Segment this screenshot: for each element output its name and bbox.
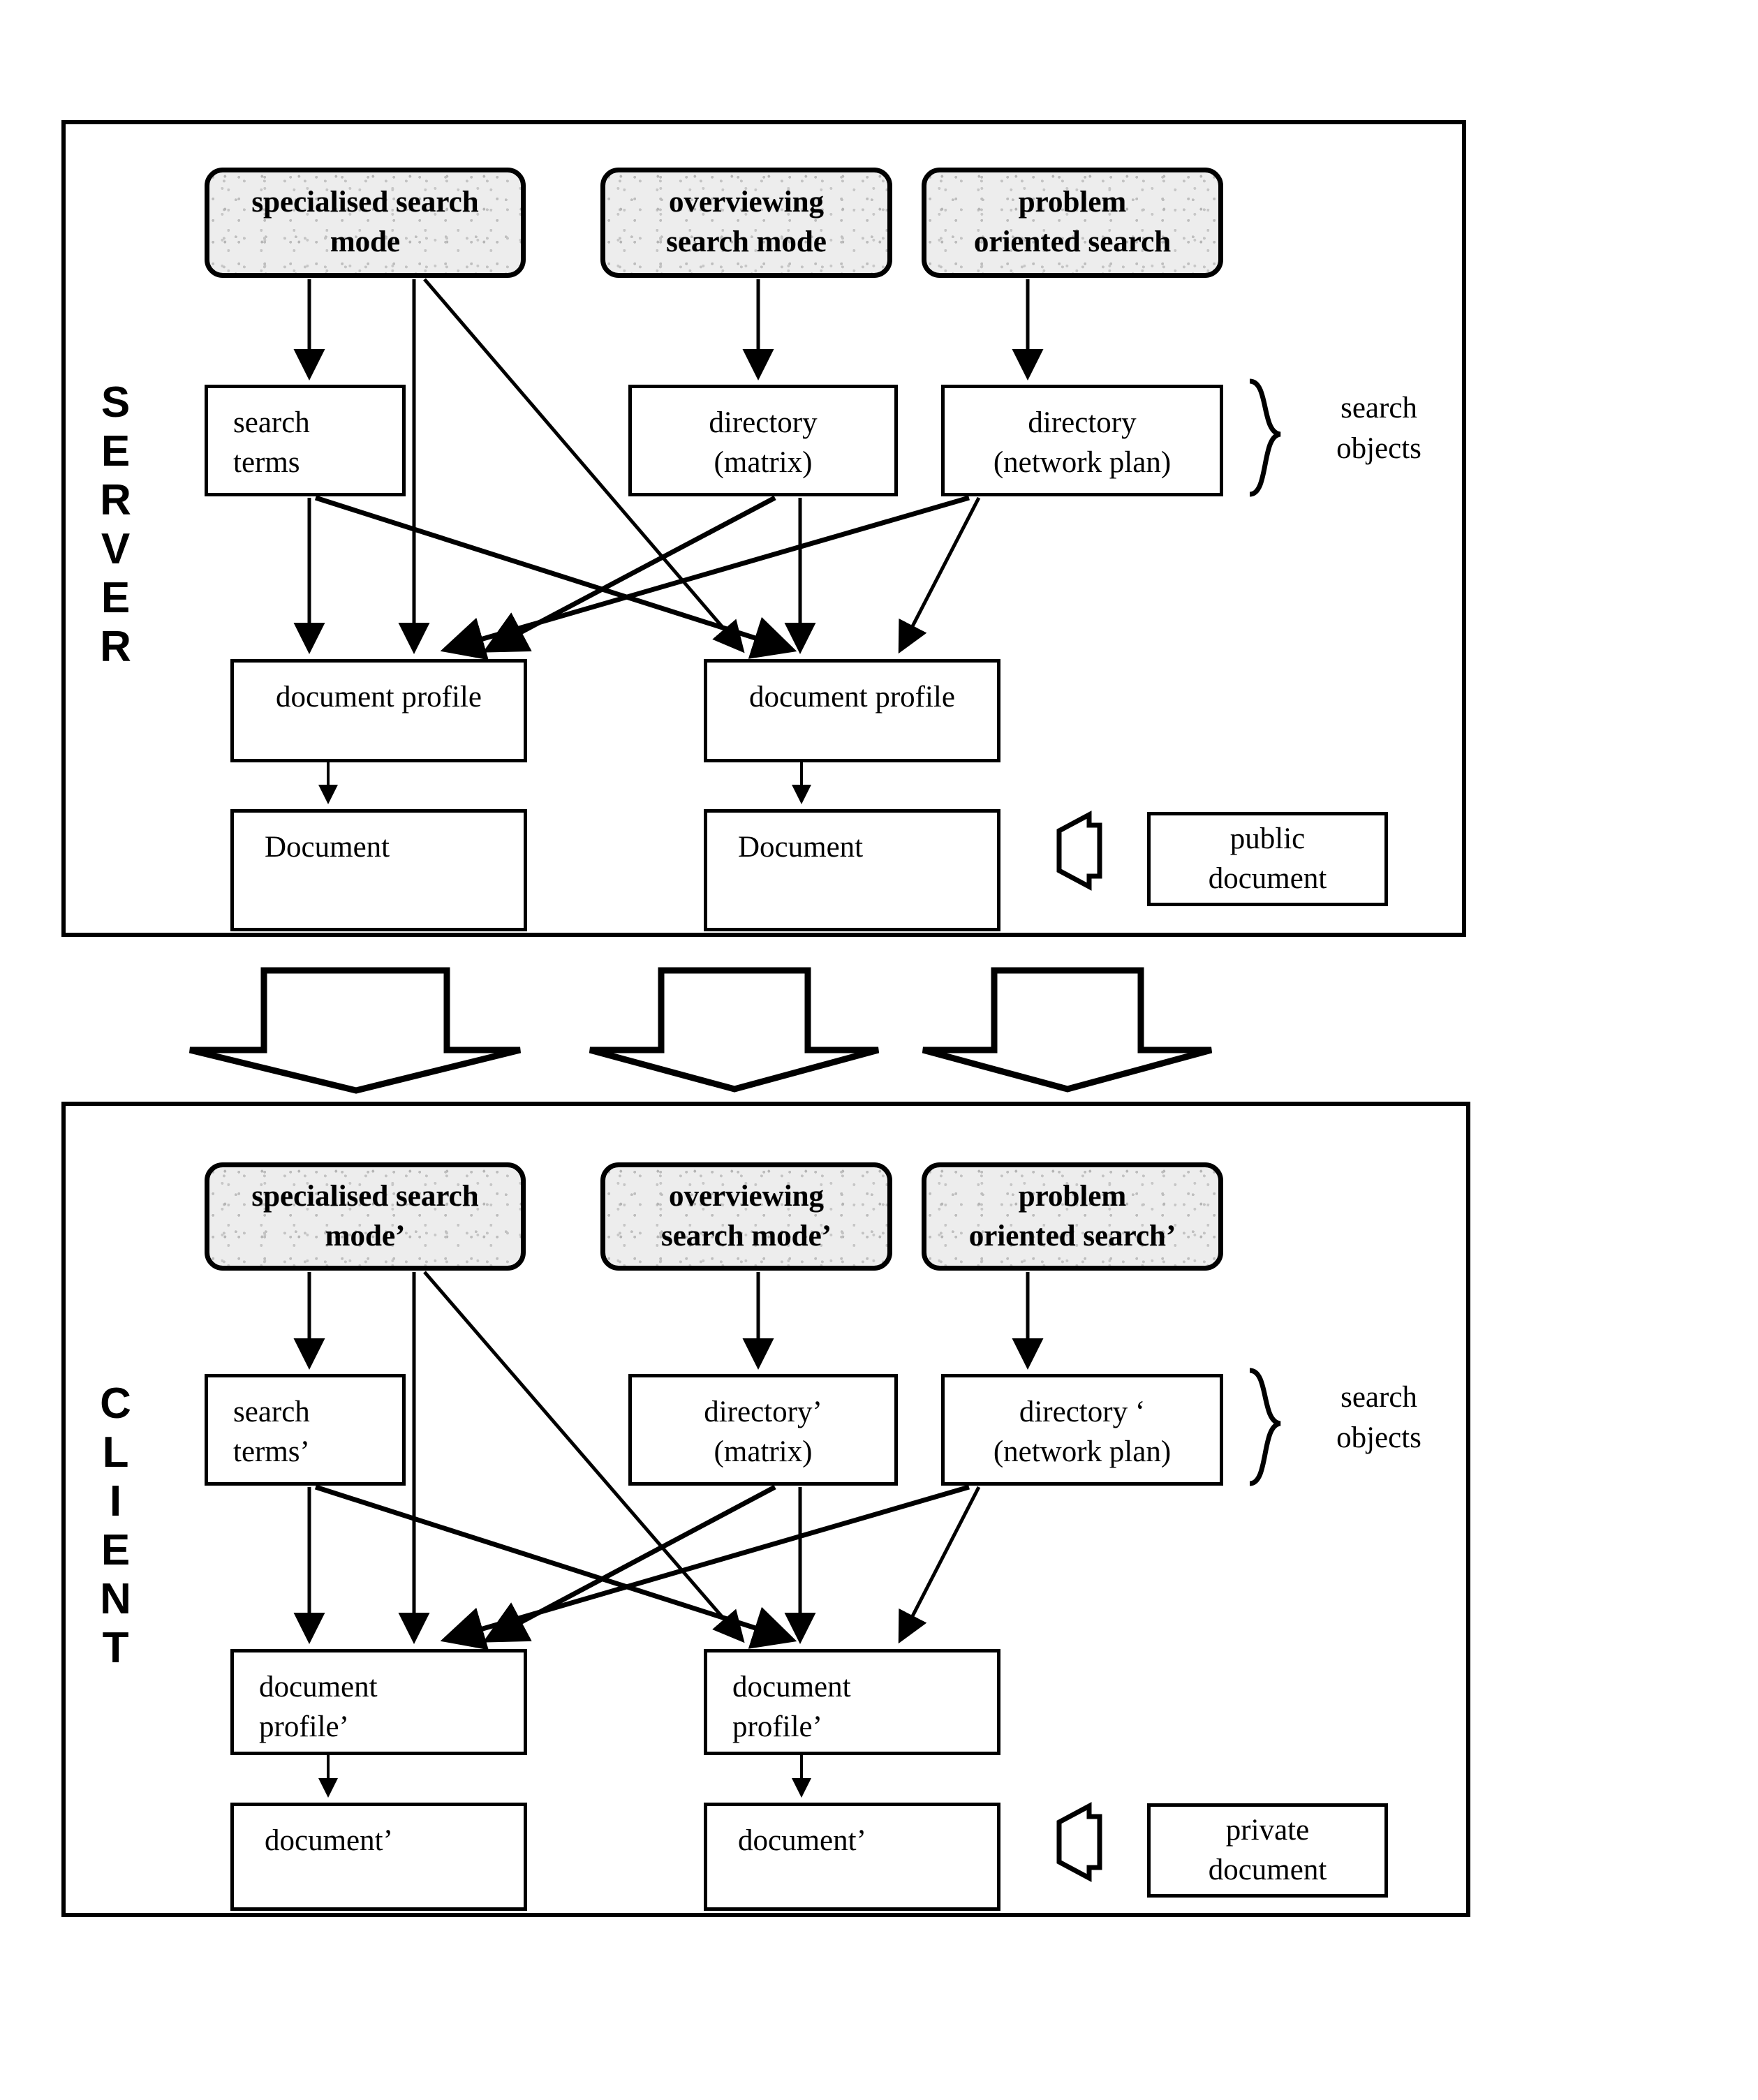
node-label: specialised search mode’ [251, 1179, 479, 1252]
node-label: document profile [749, 681, 955, 713]
node-document-left[interactable]: Document [230, 809, 527, 931]
node-document-profile-right[interactable]: document profile [704, 659, 1000, 762]
node-label: overviewing search mode’ [660, 1179, 832, 1252]
server-to-client-arrow-2 [589, 967, 880, 1093]
node-label: search terms [233, 406, 310, 479]
node-overviewing-search-mode-prime[interactable]: overviewing search mode’ [600, 1162, 892, 1271]
node-label: problem oriented search’ [968, 1179, 1176, 1252]
node-document-profile-prime-right[interactable]: document profile’ [704, 1649, 1000, 1755]
node-document-profile-left[interactable]: document profile [230, 659, 527, 762]
node-problem-oriented-search[interactable]: problem oriented search [922, 168, 1223, 278]
node-specialised-search-mode[interactable]: specialised search mode [205, 168, 526, 278]
node-label: overviewing search mode [666, 186, 827, 258]
node-public-document[interactable]: public document [1147, 812, 1388, 906]
server-side-label: SERVER [91, 378, 140, 672]
node-label: directory’ (matrix) [704, 1396, 822, 1468]
node-label: specialised search mode [251, 186, 479, 258]
node-document-prime-right[interactable]: document’ [704, 1803, 1000, 1911]
node-label: directory (matrix) [709, 406, 818, 479]
node-document-profile-prime-left[interactable]: document profile’ [230, 1649, 527, 1755]
node-document-prime-left[interactable]: document’ [230, 1803, 527, 1911]
search-objects-label-server: search objects [1336, 392, 1421, 465]
node-overviewing-search-mode[interactable]: overviewing search mode [600, 168, 892, 278]
node-label: search terms’ [233, 1396, 310, 1468]
node-label: document profile [276, 681, 482, 713]
node-directory-matrix[interactable]: directory (matrix) [628, 385, 898, 496]
node-directory-network-plan[interactable]: directory (network plan) [941, 385, 1223, 496]
node-search-terms-prime[interactable]: search terms’ [205, 1374, 406, 1486]
server-to-client-arrow-3 [922, 967, 1213, 1093]
node-label: document profile’ [259, 1671, 378, 1743]
node-label: problem oriented search [973, 186, 1172, 258]
server-to-client-arrow-1 [189, 967, 522, 1094]
node-label: directory (network plan) [993, 406, 1172, 479]
node-label: Document [265, 831, 390, 864]
node-specialised-search-mode-prime[interactable]: specialised search mode’ [205, 1162, 526, 1271]
node-directory-matrix-prime[interactable]: directory’ (matrix) [628, 1374, 898, 1486]
node-label: public document [1208, 822, 1327, 895]
node-label: directory ‘ (network plan) [993, 1396, 1172, 1468]
node-label: document’ [738, 1824, 866, 1857]
node-document-right[interactable]: Document [704, 809, 1000, 931]
node-problem-oriented-search-prime[interactable]: problem oriented search’ [922, 1162, 1223, 1271]
node-label: private document [1208, 1813, 1327, 1886]
node-label: document’ [265, 1824, 393, 1857]
diagram-canvas: SERVER specialised search mode overviewi… [0, 0, 1758, 2100]
node-search-terms[interactable]: search terms [205, 385, 406, 496]
search-objects-label-client: search objects [1336, 1381, 1421, 1454]
client-side-label: CLIENT [91, 1380, 140, 1673]
node-private-document[interactable]: private document [1147, 1803, 1388, 1898]
node-directory-network-plan-prime[interactable]: directory ‘ (network plan) [941, 1374, 1223, 1486]
node-label: Document [738, 831, 864, 864]
node-label: document profile’ [732, 1671, 851, 1743]
